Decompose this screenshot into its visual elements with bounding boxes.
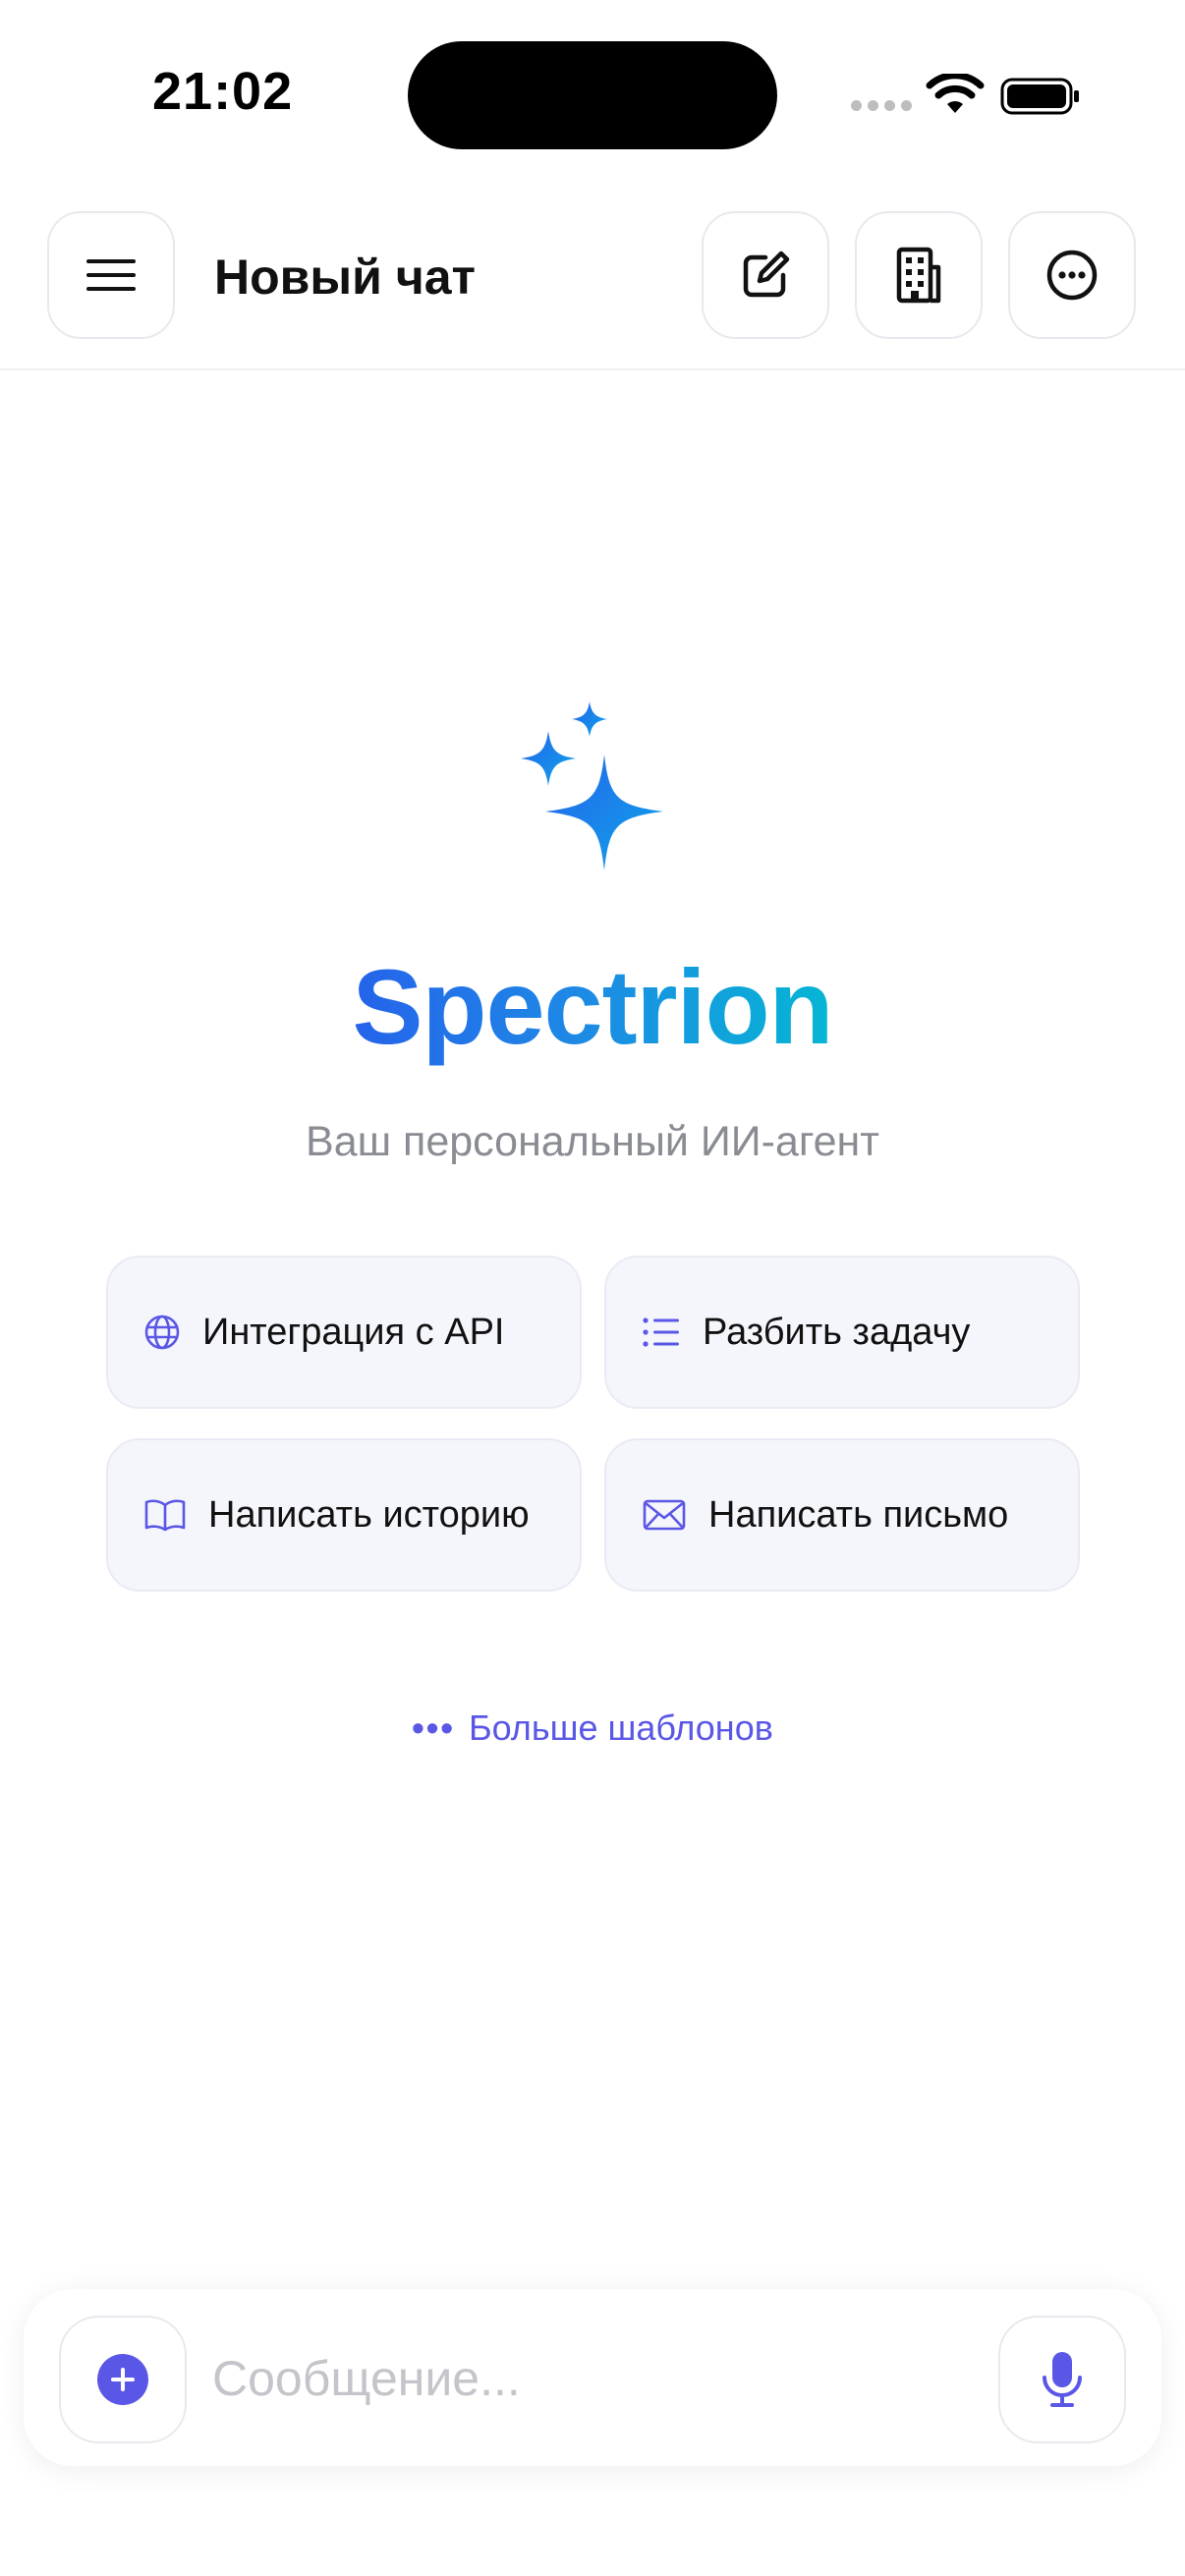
status-time: 21:02 <box>152 62 294 121</box>
envelope-icon <box>643 1499 686 1531</box>
organization-button[interactable] <box>855 211 983 339</box>
message-input[interactable] <box>210 2338 990 2419</box>
template-card-label: Разбить задачу <box>703 1311 971 1353</box>
new-chat-button[interactable] <box>702 211 829 339</box>
template-card-letter[interactable]: Написать письмо <box>604 1438 1080 1592</box>
template-card-label: Интеграция с API <box>202 1311 505 1353</box>
microphone-icon <box>1043 2352 1082 2407</box>
brand-title: Spectrion <box>0 945 1185 1068</box>
template-card-label: Написать историю <box>208 1493 530 1536</box>
battery-icon <box>1000 78 1079 115</box>
hamburger-icon <box>86 259 136 291</box>
book-icon <box>144 1499 186 1532</box>
dynamic-island <box>408 41 777 149</box>
cellular-signal-icon <box>851 100 912 111</box>
template-card-label: Написать письмо <box>708 1493 1009 1536</box>
ellipsis-circle-icon <box>1046 250 1098 301</box>
attach-button[interactable] <box>59 2316 187 2443</box>
brand-subtitle: Ваш персональный ИИ-агент <box>306 1118 879 1165</box>
page-title: Новый чат <box>214 250 477 305</box>
building-icon <box>896 247 941 304</box>
more-templates-label: Больше шаблонов <box>468 1708 773 1748</box>
status-bar: 21:02 <box>0 0 1185 187</box>
sparkles-logo-icon <box>521 701 663 870</box>
more-options-button[interactable] <box>1008 211 1136 339</box>
brand-title-text: Spectrion <box>352 947 833 1066</box>
globe-icon <box>144 1315 180 1350</box>
chat-header: Новый чат <box>0 211 1185 370</box>
list-icon <box>643 1317 679 1347</box>
wifi-icon <box>926 74 985 113</box>
message-composer <box>24 2289 1161 2466</box>
template-card-story[interactable]: Написать историю <box>106 1438 582 1592</box>
plus-circle-icon <box>97 2354 148 2405</box>
menu-button[interactable] <box>47 211 175 339</box>
template-card-api[interactable]: Интеграция с API <box>106 1256 582 1409</box>
compose-icon <box>743 251 790 298</box>
more-templates-link[interactable]: ••• Больше шаблонов <box>0 1708 1185 1749</box>
template-card-task[interactable]: Разбить задачу <box>604 1256 1080 1409</box>
ellipsis-icon: ••• <box>412 1708 455 1748</box>
voice-input-button[interactable] <box>998 2316 1126 2443</box>
